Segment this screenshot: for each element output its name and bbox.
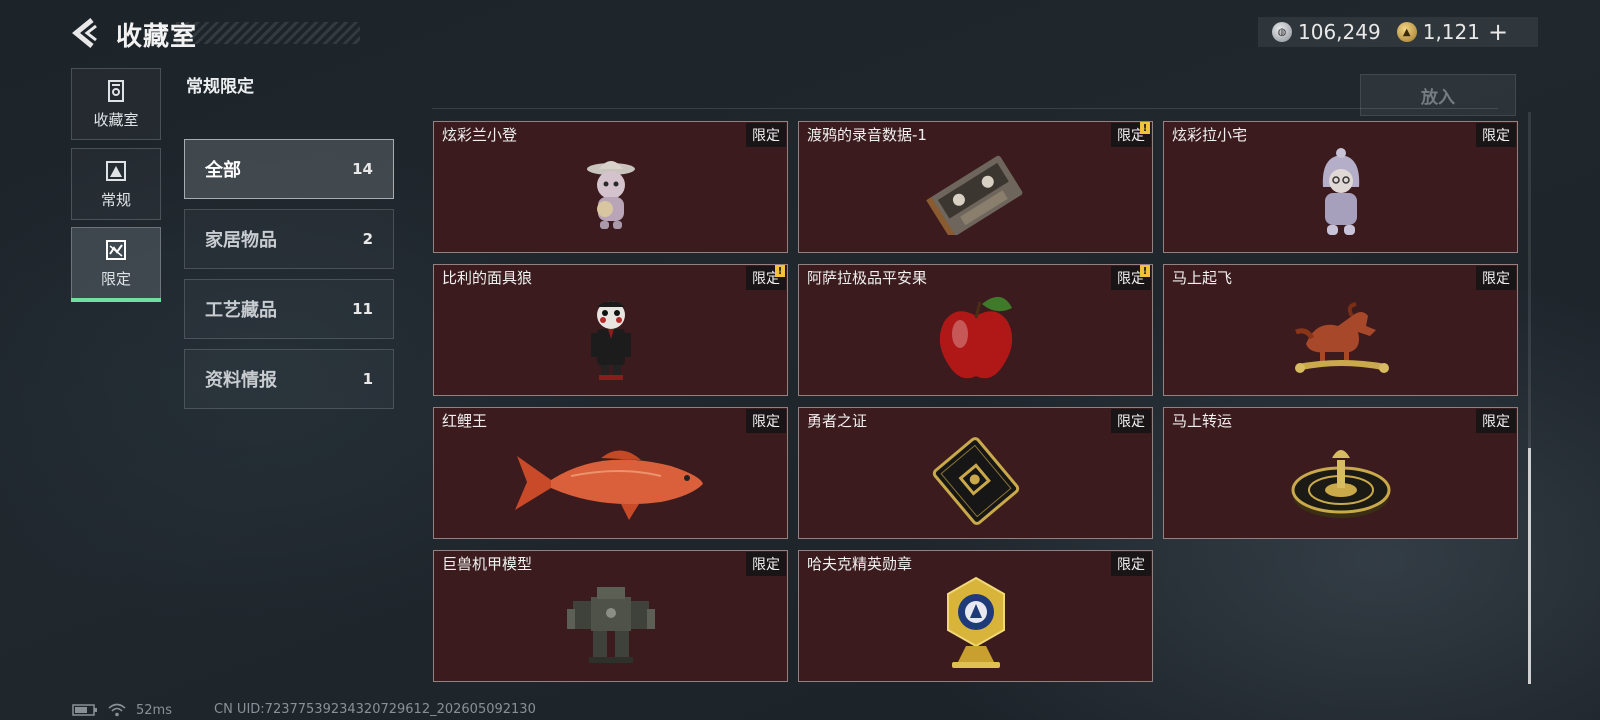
nav-item-collection-room[interactable]: 收藏室 bbox=[71, 68, 161, 140]
item-card[interactable]: 勇者之证 限定 bbox=[798, 407, 1153, 539]
limited-badge: 限定 bbox=[746, 409, 786, 433]
silver-currency-value: 106,249 bbox=[1298, 20, 1381, 44]
item-card[interactable]: 巨兽机甲模型 限定 bbox=[433, 550, 788, 682]
gold-coin-icon: ▲ bbox=[1396, 22, 1417, 42]
nav-item-limited[interactable]: 限定 bbox=[71, 227, 161, 302]
mech-model-image bbox=[566, 586, 655, 663]
limited-badge: 限定 bbox=[1476, 266, 1516, 290]
item-name: 渡鸦的录音数据-1 bbox=[807, 126, 927, 144]
category-label: 全部 bbox=[205, 160, 241, 181]
limited-badge: 限定 bbox=[746, 123, 786, 147]
item-card[interactable]: 比利的面具狼 限定 ! bbox=[433, 264, 788, 396]
nav-label: 收藏室 bbox=[93, 110, 139, 129]
back-button[interactable] bbox=[70, 16, 102, 50]
item-name: 马上转运 bbox=[1172, 412, 1233, 430]
limited-badge: 限定 bbox=[1111, 552, 1151, 576]
red-apple-image bbox=[939, 296, 1012, 379]
figurine-sombrero-image bbox=[586, 160, 635, 229]
item-name: 阿萨拉极品平安果 bbox=[807, 269, 928, 287]
category-intel[interactable]: 资料情报 1 bbox=[184, 349, 394, 409]
category-crafts[interactable]: 工艺藏品 11 bbox=[184, 279, 394, 339]
uid-text: CN UID:7237753923432072961​2_20260509213… bbox=[214, 702, 536, 717]
item-card[interactable]: 哈夫克精英勋章 限定 bbox=[798, 550, 1153, 682]
regular-icon bbox=[106, 160, 126, 181]
horse-sculpture-image bbox=[1294, 301, 1389, 373]
nav-label: 常规 bbox=[100, 190, 131, 209]
item-card[interactable]: 炫彩拉小宅 限定 bbox=[1163, 121, 1518, 253]
warning-icon: ! bbox=[775, 265, 785, 277]
add-currency-button[interactable]: + bbox=[1488, 20, 1508, 44]
back-arrow-icon bbox=[72, 18, 97, 48]
item-card[interactable]: 红鲤王 限定 bbox=[433, 407, 788, 539]
item-grid: 炫彩兰小登 限定 渡鸦的录音数据-1 限定 ! 炫彩拉小宅 限定 比利的面具狼 … bbox=[433, 121, 1518, 683]
limited-icon bbox=[106, 239, 126, 260]
category-label: 家居物品 bbox=[205, 230, 277, 251]
item-name: 炫彩兰小登 bbox=[442, 126, 518, 144]
item-card[interactable]: 渡鸦的录音数据-1 限定 ! bbox=[798, 121, 1153, 253]
place-in-button[interactable]: 放入 bbox=[1360, 74, 1516, 116]
limited-badge: 限定 bbox=[1476, 123, 1516, 147]
item-card[interactable]: 马上起飞 限定 bbox=[1163, 264, 1518, 396]
ping-value: 52ms bbox=[136, 702, 172, 718]
nav-item-regular[interactable]: 常规 bbox=[71, 148, 161, 220]
item-name: 红鲤王 bbox=[442, 412, 488, 430]
category-label: 资料情报 bbox=[205, 370, 277, 391]
battery-icon bbox=[72, 704, 97, 716]
elite-medal-image bbox=[946, 576, 1005, 668]
silver-coin-icon: ◍ bbox=[1272, 22, 1292, 42]
page-title-area: 收藏室 bbox=[116, 12, 360, 52]
figurine-hood-image bbox=[1322, 147, 1359, 235]
category-count: 2 bbox=[362, 230, 373, 248]
item-name: 哈夫克精英勋章 bbox=[807, 555, 913, 573]
item-name: 马上起飞 bbox=[1172, 269, 1233, 287]
category-home-items[interactable]: 家居物品 2 bbox=[184, 209, 394, 269]
section-title: 常规限定 bbox=[186, 77, 254, 97]
red-carp-image bbox=[514, 450, 703, 520]
limited-badge: 限定 bbox=[746, 552, 786, 576]
title-decoration bbox=[176, 22, 360, 44]
cassette-tape-image bbox=[925, 155, 1022, 235]
category-count: 14 bbox=[352, 160, 373, 178]
item-name: 炫彩拉小宅 bbox=[1172, 126, 1248, 144]
page-title: 收藏室 bbox=[116, 22, 198, 52]
category-count: 1 bbox=[362, 370, 373, 388]
item-name: 比利的面具狼 bbox=[442, 269, 533, 287]
item-name: 巨兽机甲模型 bbox=[442, 555, 533, 573]
collection-room-icon bbox=[108, 79, 124, 102]
category-all[interactable]: 全部 14 bbox=[184, 139, 394, 199]
category-count: 11 bbox=[352, 300, 373, 318]
warning-icon: ! bbox=[1140, 265, 1150, 277]
wifi-icon bbox=[108, 703, 126, 717]
golden-roulette-image bbox=[1291, 449, 1390, 518]
warning-icon: ! bbox=[1140, 122, 1150, 134]
limited-badge: 限定 bbox=[1476, 409, 1516, 433]
category-label: 工艺藏品 bbox=[205, 300, 277, 321]
item-card[interactable]: 阿萨拉极品平安果 限定 ! bbox=[798, 264, 1153, 396]
item-name: 勇者之证 bbox=[807, 412, 868, 430]
section-divider bbox=[432, 108, 1498, 109]
scrollbar-thumb[interactable] bbox=[1528, 448, 1531, 684]
status-bar: 52ms bbox=[72, 702, 172, 718]
item-card[interactable]: 马上转运 限定 bbox=[1163, 407, 1518, 539]
scrollbar[interactable] bbox=[1528, 112, 1531, 684]
black-card-image bbox=[932, 436, 1019, 525]
limited-badge: 限定 bbox=[1111, 409, 1151, 433]
puppet-figure-image bbox=[590, 300, 631, 380]
nav-label: 限定 bbox=[100, 269, 131, 288]
currency-bar: ◍ 106,249 ▲ 1,121 + bbox=[1258, 17, 1538, 47]
item-card[interactable]: 炫彩兰小登 限定 bbox=[433, 121, 788, 253]
gold-currency-value: 1,121 bbox=[1422, 20, 1480, 44]
